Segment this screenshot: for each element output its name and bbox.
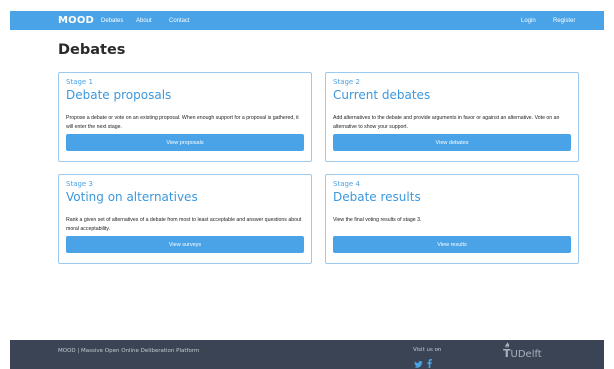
card-title: Debate proposals xyxy=(66,88,172,102)
flame-icon xyxy=(505,342,510,348)
top-navbar: MOOD Debates About Contact Login Registe… xyxy=(10,11,604,30)
card-title: Debate results xyxy=(333,190,421,204)
stage-label: Stage 4 xyxy=(333,180,360,188)
nav-link-debates[interactable]: Debates xyxy=(101,18,123,24)
card-stage-4: Stage 4 Debate results View the final vo… xyxy=(325,174,579,264)
social-links xyxy=(414,355,432,369)
view-debates-button[interactable]: View debates xyxy=(333,134,571,151)
page-title: Debates xyxy=(58,42,126,58)
card-stage-1: Stage 1 Debate proposals Propose a debat… xyxy=(58,72,312,162)
stage-label: Stage 1 xyxy=(66,78,93,86)
register-link[interactable]: Register xyxy=(553,18,575,24)
facebook-icon[interactable] xyxy=(427,355,432,369)
nav-link-about[interactable]: About xyxy=(136,18,152,24)
card-description: Propose a debate or vote on an existing … xyxy=(66,115,299,130)
card-description: Rank a given set of alternatives of a de… xyxy=(66,217,302,232)
logo-initial: T xyxy=(503,347,511,360)
view-proposals-button[interactable]: View proposals xyxy=(66,134,304,151)
nav-link-contact[interactable]: Contact xyxy=(169,18,190,24)
visit-us-label: Visit us on xyxy=(413,347,442,353)
tudelft-logo: T UDelft xyxy=(503,342,542,360)
card-description: View the final voting results of stage 3… xyxy=(333,217,422,223)
footer-tagline: MOOD | Massive Open Online Deliberation … xyxy=(58,348,200,354)
card-title: Voting on alternatives xyxy=(66,190,198,204)
stage-label: Stage 3 xyxy=(66,180,93,188)
twitter-icon[interactable] xyxy=(414,355,423,369)
card-title: Current debates xyxy=(333,88,431,102)
card-description: Add alternatives to the debate and provi… xyxy=(333,115,560,130)
logo-text: UDelft xyxy=(510,349,542,360)
card-stage-2: Stage 2 Current debates Add alternatives… xyxy=(325,72,579,162)
view-results-button[interactable]: View results xyxy=(333,236,571,253)
view-surveys-button[interactable]: View surveys xyxy=(66,236,304,253)
card-stage-3: Stage 3 Voting on alternatives Rank a gi… xyxy=(58,174,312,264)
brand-logo[interactable]: MOOD xyxy=(58,15,94,26)
footer: MOOD | Massive Open Online Deliberation … xyxy=(10,340,604,369)
login-link[interactable]: Login xyxy=(521,18,536,24)
stage-label: Stage 2 xyxy=(333,78,360,86)
